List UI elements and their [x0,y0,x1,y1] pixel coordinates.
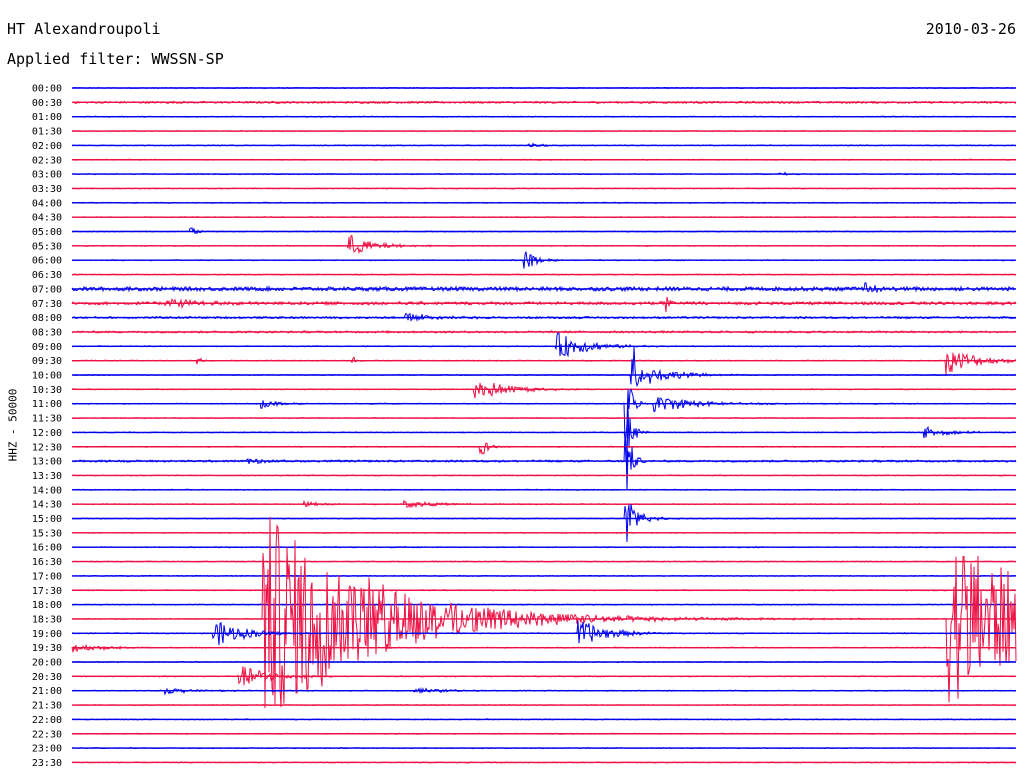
time-label-0530: 05:30 [32,241,62,252]
time-label-0900: 09:00 [32,342,62,353]
time-label-0200: 02:00 [32,141,62,152]
time-label-0030: 00:30 [32,98,62,109]
time-label-0800: 08:00 [32,313,62,324]
time-label-0230: 02:30 [32,155,62,166]
trace-1830 [71,517,1017,709]
time-label-1400: 14:00 [32,485,62,496]
time-label-0830: 08:30 [32,327,62,338]
trace-0900 [71,332,1017,358]
time-label-1900: 19:00 [32,629,62,640]
time-label-1130: 11:30 [32,414,62,425]
time-label-0000: 00:00 [32,84,62,95]
time-label-1430: 14:30 [32,500,62,511]
time-label-2000: 20:00 [32,658,62,669]
time-labels: 00:00 00:30 01:00 01:30 02:00 02:30 03:00 03:30… [32,84,62,769]
trace-1230 [72,442,1017,455]
time-label-1230: 12:30 [32,442,62,453]
time-label-1530: 15:30 [32,528,62,539]
time-label-0730: 07:30 [32,299,62,310]
trace-0530 [71,234,1016,255]
time-label-1730: 17:30 [32,586,62,597]
time-label-1300: 13:00 [32,457,62,468]
time-label-0700: 07:00 [32,284,62,295]
trace-1930 [71,644,1017,653]
time-label-0500: 05:00 [32,227,62,238]
trace-1030 [71,382,1017,399]
time-label-1630: 16:30 [32,557,62,568]
time-label-1200: 12:00 [32,428,62,439]
time-label-1930: 19:30 [32,643,62,654]
time-label-0600: 06:00 [32,256,62,267]
helicorder-plot: 00:00 00:30 01:00 01:30 02:00 02:30 03:00 03:30… [32,84,1017,769]
time-label-0630: 06:30 [32,270,62,281]
time-label-0930: 09:30 [32,356,62,367]
time-label-1500: 15:00 [32,514,62,525]
time-label-0330: 03:30 [32,184,62,195]
time-label-1800: 18:00 [32,600,62,611]
trace-0700 [71,282,1017,294]
time-label-1100: 11:00 [32,399,62,410]
time-label-2230: 22:30 [32,729,62,740]
trace-1500 [71,504,1017,543]
time-label-0300: 03:00 [32,170,62,181]
time-label-2200: 22:00 [32,715,62,726]
time-label-1600: 16:00 [32,543,62,554]
trace-0500 [71,227,1016,235]
time-label-1000: 10:00 [32,371,62,382]
time-label-1700: 17:00 [32,571,62,582]
time-label-1030: 10:30 [32,385,62,396]
time-label-2130: 21:30 [32,701,62,712]
trace-1200 [71,405,1017,466]
trace-0930 [71,352,1017,375]
time-label-2330: 23:30 [32,758,62,769]
time-label-0430: 04:30 [32,213,62,224]
time-label-2030: 20:30 [32,672,62,683]
time-label-0130: 01:30 [32,127,62,138]
trace-0730 [71,296,1017,313]
seismic-traces [71,86,1017,764]
time-label-1830: 18:30 [32,614,62,625]
time-label-0400: 04:00 [32,198,62,209]
trace-1000 [71,346,1017,388]
time-label-0100: 01:00 [32,112,62,123]
time-label-2300: 23:00 [32,744,62,755]
time-label-1330: 13:30 [32,471,62,482]
time-label-2100: 21:00 [32,686,62,697]
trace-1300 [71,433,1017,491]
